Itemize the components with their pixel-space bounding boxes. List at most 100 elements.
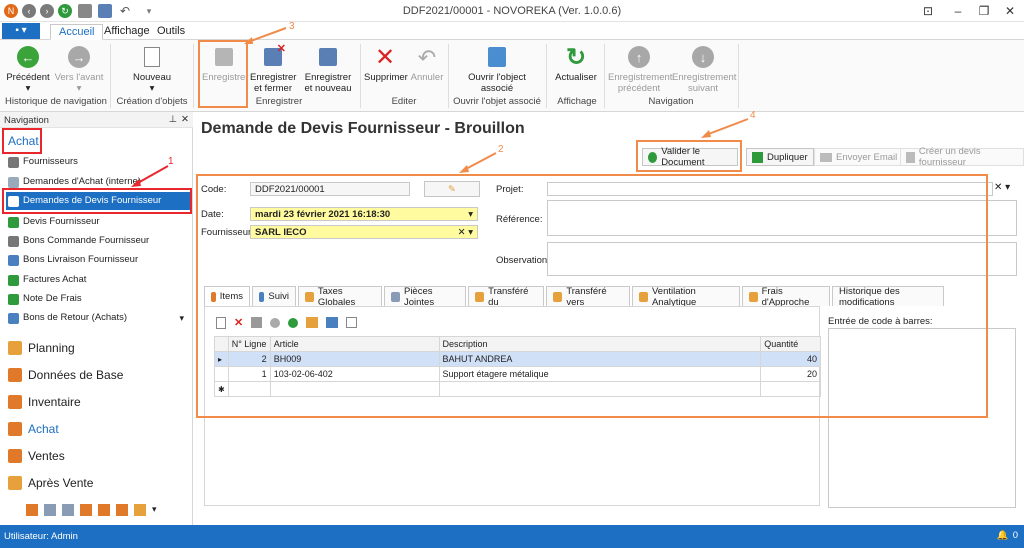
- group-navigation-label: Navigation: [648, 96, 694, 107]
- enregistrement-precedent-button[interactable]: ↑ Enregistrement précédent: [608, 42, 673, 94]
- module-label: Après Vente: [28, 476, 94, 490]
- annuler-button[interactable]: ↶ Annuler: [410, 42, 444, 83]
- close-icon[interactable]: ✕: [1002, 3, 1018, 19]
- navigation-header: Navigation ⊥ ✕: [0, 112, 193, 128]
- actualiser-label: Actualiser: [555, 72, 597, 83]
- file-menu-button[interactable]: ▪ ▾: [2, 23, 40, 39]
- module-label: Inventaire: [28, 395, 81, 409]
- module-label: Données de Base: [28, 368, 124, 382]
- status-user: Utilisateur: Admin: [4, 531, 78, 542]
- layout-icon[interactable]: ⊡: [920, 3, 936, 19]
- quote-icon: [8, 216, 19, 228]
- enr-precedent-label: Enregistrement précédent: [608, 72, 673, 94]
- forward-arrow-icon: →: [68, 46, 90, 68]
- module-donnees-base[interactable]: Données de Base: [8, 364, 123, 386]
- scroll-down-icon[interactable]: ▾: [179, 309, 184, 327]
- enregistrer-fermer-button[interactable]: ✕ Enregistrer et fermer: [250, 42, 296, 95]
- create-quote-icon: [906, 151, 915, 163]
- ribbon: ← Précédent ▾ → Vers l'avant ▾ Historique …: [0, 40, 1024, 112]
- more-icon[interactable]: ▾: [152, 504, 157, 516]
- delete-icon: ✕: [374, 43, 396, 71]
- nav-item-bons-livraison[interactable]: Bons Livraison Fournisseur: [8, 251, 188, 269]
- dupliquer-label: Dupliquer: [767, 151, 808, 163]
- actualiser-button[interactable]: ↻ Actualiser: [554, 42, 598, 83]
- precedent-button[interactable]: ← Précédent ▾: [6, 42, 50, 94]
- creer-devis-button[interactable]: Créer un devis fournisseur: [900, 146, 1024, 168]
- supprimer-button[interactable]: ✕ Supprimer: [364, 42, 408, 83]
- enregistrer-nouveau-label: Enregistrer et nouveau: [304, 72, 352, 94]
- vers-avant-label: Vers l'avant: [54, 72, 104, 83]
- enregistrer-nouveau-button[interactable]: Enregistrer et nouveau: [300, 42, 356, 94]
- annotation-arrow-3: [244, 27, 287, 44]
- shortcut-icon[interactable]: [44, 504, 56, 516]
- group-affichage-label: Affichage: [557, 96, 597, 107]
- bell-icon: 🔔: [996, 530, 1009, 541]
- nav-item-label: Note De Frais: [23, 293, 82, 304]
- shortcut-icon[interactable]: [26, 504, 38, 516]
- enregistrement-suivant-button[interactable]: ↓ Enregistrement suivant: [672, 42, 736, 94]
- module-apres-vente[interactable]: Après Vente: [8, 472, 93, 494]
- suppliers-icon: [8, 156, 19, 168]
- shortcut-icon[interactable]: [98, 504, 110, 516]
- shortcut-icon[interactable]: [116, 504, 128, 516]
- annotation-arrow-4: [701, 118, 749, 138]
- module-ventes[interactable]: Ventes: [8, 445, 65, 467]
- annotation-box-1: [2, 188, 192, 214]
- creer-label: Créer un devis fournisseur: [918, 146, 981, 168]
- group-editer-label: Editer: [391, 96, 417, 107]
- window-title: DDF2021/00001 - NOVOREKA (Ver. 1.0.0.6): [402, 5, 622, 17]
- restore-icon[interactable]: ❐: [976, 3, 992, 19]
- annuler-label: Annuler: [410, 72, 444, 83]
- nav-item-label: Bons Livraison Fournisseur: [23, 254, 139, 265]
- open-object-icon: [488, 47, 506, 67]
- envoyer-label: Envoyer Email: [836, 151, 898, 163]
- supprimer-label: Supprimer: [364, 72, 408, 83]
- annotation-number-4: 4: [750, 110, 756, 121]
- shortcut-icon[interactable]: [80, 504, 92, 516]
- nav-item-label: Fournisseurs: [23, 156, 78, 167]
- shortcut-icon[interactable]: [134, 504, 146, 516]
- annotation-number-3: 3: [289, 21, 295, 32]
- nav-item-note-frais[interactable]: Note De Frais: [8, 290, 188, 308]
- nav-item-bons-retour[interactable]: Bons de Retour (Achats) ▾: [8, 309, 188, 327]
- notifications[interactable]: 🔔 0: [997, 530, 1018, 541]
- notification-count: 0: [1012, 530, 1018, 541]
- nav-item-factures-achat[interactable]: Factures Achat: [8, 271, 188, 289]
- ouvrir-objet-label: Ouvrir l'object associé: [468, 72, 526, 94]
- pin-icon[interactable]: ⊥: [169, 114, 177, 125]
- module-label: Planning: [28, 341, 75, 355]
- envoyer-email-button[interactable]: Envoyer Email: [814, 148, 904, 166]
- ouvrir-objet-button[interactable]: Ouvrir l'object associé: [462, 42, 532, 94]
- nav-item-bons-commande[interactable]: Bons Commande Fournisseur: [8, 232, 188, 250]
- group-creation-label: Création d'objets: [116, 96, 188, 107]
- new-document-icon: [144, 47, 160, 67]
- precedent-label: Précédent: [6, 72, 50, 83]
- projet-clear-dropdown-icon[interactable]: ✕ ▾: [994, 182, 1010, 193]
- invoice-icon: [8, 274, 19, 286]
- module-planning[interactable]: Planning: [8, 337, 75, 359]
- nav-item-devis-fournisseur[interactable]: Devis Fournisseur: [8, 213, 188, 231]
- annotation-box-achat: [2, 128, 42, 154]
- nav-item-label: Bons de Retour (Achats): [23, 312, 128, 323]
- module-shortcuts: ▾: [26, 504, 157, 516]
- vers-avant-button[interactable]: → Vers l'avant ▾: [54, 42, 104, 94]
- tab-outils[interactable]: Outils: [149, 24, 193, 40]
- nouveau-label: Nouveau: [132, 72, 172, 83]
- save-close-icon: ✕: [264, 44, 286, 66]
- nouveau-button[interactable]: Nouveau ▾: [124, 42, 180, 94]
- status-bar: Utilisateur: Admin 🔔 0: [0, 525, 1024, 548]
- sales-icon: [8, 449, 22, 463]
- annotation-number-2: 2: [498, 144, 504, 155]
- annotation-arrow-2: [459, 152, 497, 173]
- nav-close-icon[interactable]: ✕: [181, 114, 189, 125]
- dupliquer-button[interactable]: Dupliquer: [746, 148, 814, 166]
- title-bar: N ‹ › ↻ ↶ ▾ DDF2021/00001 - NOVOREKA (Ve…: [0, 0, 1024, 22]
- document-icon: [8, 176, 19, 188]
- module-inventaire[interactable]: Inventaire: [8, 391, 81, 413]
- shortcut-icon[interactable]: [62, 504, 74, 516]
- page-title: Demande de Devis Fournisseur - Brouillon: [201, 120, 525, 137]
- module-achat[interactable]: Achat: [8, 418, 59, 440]
- minimize-icon[interactable]: –: [950, 3, 966, 19]
- annotation-number-1: 1: [168, 156, 174, 167]
- up-arrow-icon: ↑: [628, 46, 650, 68]
